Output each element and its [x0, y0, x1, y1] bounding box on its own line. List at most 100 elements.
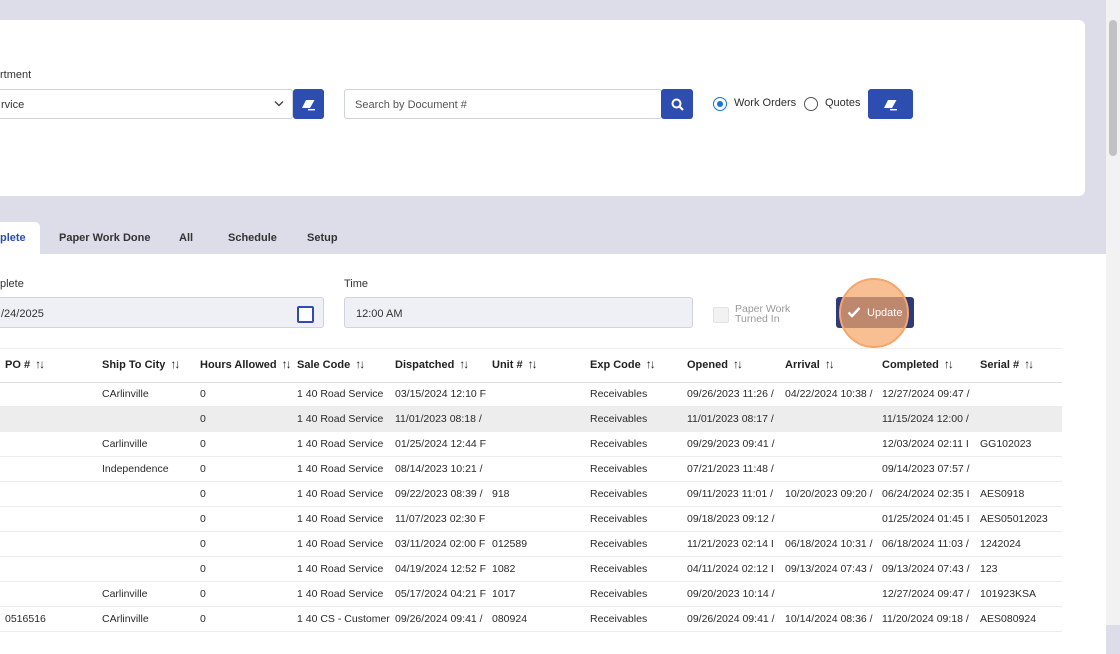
table-cell: AES080924	[980, 613, 1037, 625]
tab-schedule[interactable]: Schedule	[228, 232, 277, 244]
table-cell: Receivables	[590, 538, 648, 550]
table-cell: 01/25/2024 01:45 I	[882, 513, 970, 525]
clear-department-button[interactable]	[293, 89, 324, 119]
table-cell: Carlinville	[102, 588, 148, 600]
column-header[interactable]: Hours Allowed ↑↓	[200, 357, 292, 371]
sort-icon[interactable]: ↑↓	[35, 357, 45, 371]
sort-icon[interactable]: ↑↓	[646, 357, 656, 371]
table-cell: 12/27/2024 09:47 /	[882, 588, 970, 600]
complete-date-label: plete	[0, 278, 24, 290]
table-cell: 11/01/2023 08:18 /	[395, 413, 482, 425]
table-cell: 06/24/2024 02:35 I	[882, 488, 970, 500]
sort-icon[interactable]: ↑↓	[170, 357, 180, 371]
table-cell: 918	[492, 488, 510, 500]
column-header-label: Unit #	[492, 359, 523, 371]
table-cell: 1017	[492, 588, 516, 600]
tab-paper-work-done[interactable]: Paper Work Done	[59, 232, 151, 244]
eraser-icon	[302, 99, 315, 110]
paperwork-checkbox[interactable]	[713, 307, 729, 323]
time-label: Time	[344, 278, 369, 290]
column-header[interactable]: Unit # ↑↓	[492, 357, 538, 371]
table-cell: Receivables	[590, 463, 648, 475]
table-cell: 09/26/2024 09:41 /	[395, 613, 483, 625]
sort-icon[interactable]: ↑↓	[825, 357, 835, 371]
table-cell: 1 40 Road Service	[297, 463, 384, 475]
column-header[interactable]: Serial # ↑↓	[980, 357, 1034, 371]
table-cell: GG102023	[980, 438, 1032, 450]
column-header-label: Opened	[687, 359, 728, 371]
table-cell: 09/26/2023 11:26 /	[687, 388, 774, 400]
column-header-label: Sale Code	[297, 359, 351, 371]
document-search-input[interactable]: Search by Document #	[344, 89, 662, 119]
table-cell: 0	[200, 413, 206, 425]
search-button[interactable]	[661, 89, 693, 119]
column-header[interactable]: Arrival ↑↓	[785, 357, 835, 371]
sort-icon[interactable]: ↑↓	[282, 357, 292, 371]
tab-complete[interactable]: plete	[0, 232, 26, 244]
table-cell: 123	[980, 563, 998, 575]
table-row[interactable]: Carlinville 0 1 40 Road Service 01/25/2024 …	[0, 431, 1062, 457]
column-header[interactable]: Sale Code ↑↓	[297, 357, 365, 371]
table-cell: 11/21/2023 02:14 I	[687, 538, 774, 550]
table-cell: 12/27/2024 09:47 /	[882, 388, 970, 400]
sort-icon[interactable]: ↑↓	[459, 357, 469, 371]
column-header[interactable]: Completed ↑↓	[882, 357, 954, 371]
table-cell: Receivables	[590, 438, 648, 450]
tab-setup[interactable]: Setup	[307, 232, 338, 244]
calendar-icon[interactable]	[297, 306, 314, 323]
search-icon	[671, 98, 684, 111]
table-cell: 09/13/2024 07:43 /	[882, 563, 970, 575]
sort-icon[interactable]: ↑↓	[944, 357, 954, 371]
table-cell: Independence	[102, 463, 169, 475]
table-cell: 1082	[492, 563, 516, 575]
sort-icon[interactable]: ↑↓	[733, 357, 743, 371]
table-cell: 11/20/2024 09:18 /	[882, 613, 969, 625]
column-header-label: Hours Allowed	[200, 359, 277, 371]
table-cell: 1 40 Road Service	[297, 513, 384, 525]
table-cell: 0	[200, 538, 206, 550]
time-input[interactable]: 12:00 AM	[344, 297, 693, 328]
department-value: rvice	[1, 99, 25, 111]
table-row[interactable]: Independence 0 1 40 Road Service 08/14/2023…	[0, 456, 1062, 482]
column-header[interactable]: Exp Code ↑↓	[590, 357, 656, 371]
quotes-radio[interactable]	[804, 97, 818, 111]
tab-all[interactable]: All	[179, 232, 193, 244]
table-row[interactable]: Carlinville 0 1 40 Road Service 05/17/2024 …	[0, 581, 1062, 607]
table-cell: Carlinville	[102, 438, 148, 450]
column-header-label: Serial #	[980, 359, 1020, 371]
sort-icon[interactable]: ↑↓	[528, 357, 538, 371]
update-label: Update	[867, 307, 903, 319]
sort-icon[interactable]: ↑↓	[1024, 357, 1034, 371]
column-header[interactable]: PO # ↑↓	[5, 357, 45, 371]
table-cell: Receivables	[590, 563, 648, 575]
eraser-icon	[884, 99, 897, 110]
sort-icon[interactable]: ↑↓	[355, 357, 365, 371]
column-header-label: Dispatched	[395, 359, 455, 371]
table-row[interactable]: 0 1 40 Road Service 09/22/2023 08:39 / 918 R…	[0, 481, 1062, 507]
table-row[interactable]: 0 1 40 Road Service 11/01/2023 08:18 / Rece…	[0, 406, 1062, 432]
column-header-label: Ship To City	[102, 359, 166, 371]
complete-date-input[interactable]: /24/2025	[0, 297, 324, 328]
department-select[interactable]: rvice	[0, 89, 293, 119]
table-row[interactable]: 0 1 40 Road Service 03/11/2024 02:00 F 0125…	[0, 531, 1062, 557]
table-row[interactable]: 0 1 40 Road Service 11/07/2023 02:30 F Rece…	[0, 506, 1062, 532]
table-row[interactable]: 0516516 CArlinville 0 1 40 CS - Customer 09/…	[0, 606, 1062, 632]
column-header[interactable]: Opened ↑↓	[687, 357, 743, 371]
column-header[interactable]: Ship To City ↑↓	[102, 357, 180, 371]
department-label: rtment	[0, 69, 32, 81]
scrollbar-thumb[interactable]	[1109, 20, 1117, 156]
table-cell: 05/17/2024 04:21 F	[395, 588, 487, 600]
table-cell: 0	[200, 488, 206, 500]
column-header[interactable]: Dispatched ↑↓	[395, 357, 469, 371]
table-row[interactable]: CArlinville 0 1 40 Road Service 03/15/2024 …	[0, 381, 1062, 407]
table-cell: 09/29/2023 09:41 /	[687, 438, 775, 450]
table-cell: 080924	[492, 613, 528, 625]
table-cell: 12/03/2024 02:11 I	[882, 438, 969, 450]
table-cell: 0	[200, 613, 206, 625]
table-cell: 0	[200, 563, 206, 575]
table-cell: 101923KSA	[980, 588, 1037, 600]
clear-filters-button[interactable]	[868, 89, 913, 119]
table-row[interactable]: 0 1 40 Road Service 04/19/2024 12:52 F 1082…	[0, 556, 1062, 582]
table-cell: 06/18/2024 11:03 /	[882, 538, 969, 550]
work-orders-radio[interactable]	[713, 97, 727, 111]
